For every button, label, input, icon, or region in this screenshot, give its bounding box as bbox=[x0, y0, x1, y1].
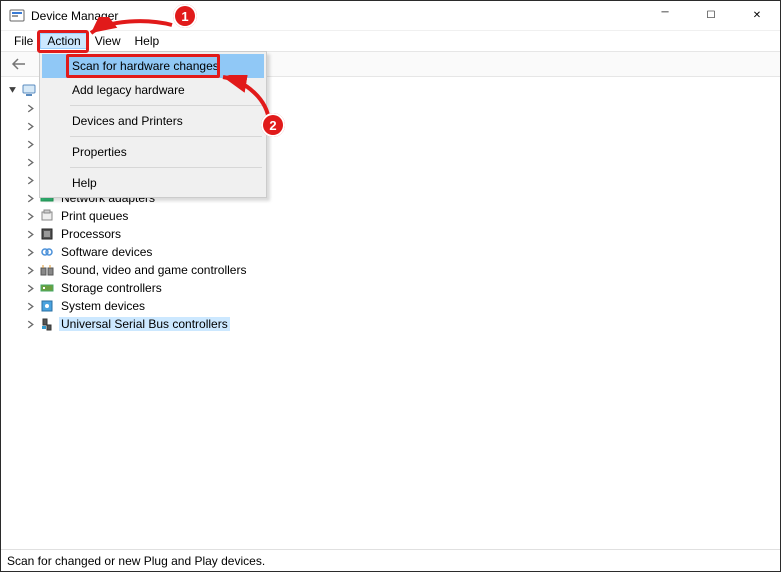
menu-item-label: Properties bbox=[72, 145, 127, 159]
chevron-right-icon[interactable] bbox=[23, 281, 37, 295]
tree-item[interactable]: Sound, video and game controllers bbox=[1, 261, 780, 279]
tree-item[interactable]: Print queues bbox=[1, 207, 780, 225]
menu-separator bbox=[70, 105, 262, 106]
chevron-right-icon[interactable] bbox=[23, 155, 37, 169]
chevron-right-icon[interactable] bbox=[23, 263, 37, 277]
chevron-right-icon[interactable] bbox=[23, 227, 37, 241]
menu-item-devices-printers[interactable]: Devices and Printers bbox=[42, 109, 264, 133]
menu-item-scan-hardware[interactable]: Scan for hardware changes bbox=[42, 54, 264, 78]
minimize-button[interactable]: ─ bbox=[642, 1, 688, 31]
menu-file[interactable]: File bbox=[7, 33, 40, 49]
tree-item-label: Processors bbox=[59, 227, 123, 241]
tree-item[interactable]: System devices bbox=[1, 297, 780, 315]
menu-item-properties[interactable]: Properties bbox=[42, 140, 264, 164]
menu-item-help[interactable]: Help bbox=[42, 171, 264, 195]
chevron-right-icon[interactable] bbox=[23, 101, 37, 115]
chevron-right-icon[interactable] bbox=[23, 209, 37, 223]
chevron-right-icon[interactable] bbox=[23, 191, 37, 205]
device-category-icon bbox=[39, 208, 55, 224]
chevron-right-icon[interactable] bbox=[23, 173, 37, 187]
menu-separator bbox=[70, 167, 262, 168]
app-icon bbox=[9, 8, 25, 24]
menu-view[interactable]: View bbox=[88, 33, 128, 49]
status-text: Scan for changed or new Plug and Play de… bbox=[7, 554, 265, 568]
menu-item-add-legacy[interactable]: Add legacy hardware bbox=[42, 78, 264, 102]
chevron-right-icon[interactable] bbox=[23, 317, 37, 331]
tree-item[interactable]: Software devices bbox=[1, 243, 780, 261]
tree-item-label: Software devices bbox=[59, 245, 154, 259]
device-category-icon bbox=[39, 226, 55, 242]
chevron-right-icon[interactable] bbox=[23, 299, 37, 313]
window-title: Device Manager bbox=[31, 9, 118, 23]
device-category-icon bbox=[39, 298, 55, 314]
tree-item-label: Sound, video and game controllers bbox=[59, 263, 248, 277]
title-bar: Device Manager ─ ☐ ✕ bbox=[1, 1, 780, 31]
device-category-icon bbox=[39, 280, 55, 296]
menu-separator bbox=[70, 136, 262, 137]
action-menu-dropdown: Scan for hardware changes Add legacy har… bbox=[39, 51, 267, 198]
chevron-down-icon[interactable] bbox=[5, 83, 19, 97]
chevron-right-icon[interactable] bbox=[23, 119, 37, 133]
tree-item[interactable]: Storage controllers bbox=[1, 279, 780, 297]
annotation-step-1: 1 bbox=[173, 4, 197, 28]
menu-bar: File Action View Help bbox=[1, 31, 780, 51]
device-category-icon bbox=[39, 244, 55, 260]
tree-item-label: Print queues bbox=[59, 209, 130, 223]
toolbar-back-button[interactable] bbox=[7, 53, 31, 75]
device-category-icon bbox=[39, 316, 55, 332]
menu-item-label: Devices and Printers bbox=[72, 114, 183, 128]
status-bar: Scan for changed or new Plug and Play de… bbox=[1, 549, 780, 571]
close-button[interactable]: ✕ bbox=[734, 1, 780, 31]
chevron-right-icon[interactable] bbox=[23, 245, 37, 259]
tree-item-label: Universal Serial Bus controllers bbox=[59, 317, 230, 331]
maximize-button[interactable]: ☐ bbox=[688, 1, 734, 31]
menu-action[interactable]: Action bbox=[40, 33, 87, 49]
chevron-right-icon[interactable] bbox=[23, 137, 37, 151]
computer-icon bbox=[21, 82, 37, 98]
tree-item[interactable]: Universal Serial Bus controllers bbox=[1, 315, 780, 333]
menu-help[interactable]: Help bbox=[128, 33, 167, 49]
annotation-step-2: 2 bbox=[261, 113, 285, 137]
menu-item-label: Help bbox=[72, 176, 97, 190]
tree-item[interactable]: Processors bbox=[1, 225, 780, 243]
device-category-icon bbox=[39, 262, 55, 278]
tree-item-label: Storage controllers bbox=[59, 281, 164, 295]
menu-item-label: Scan for hardware changes bbox=[72, 59, 219, 73]
menu-item-label: Add legacy hardware bbox=[72, 83, 185, 97]
tree-item-label: System devices bbox=[59, 299, 147, 313]
